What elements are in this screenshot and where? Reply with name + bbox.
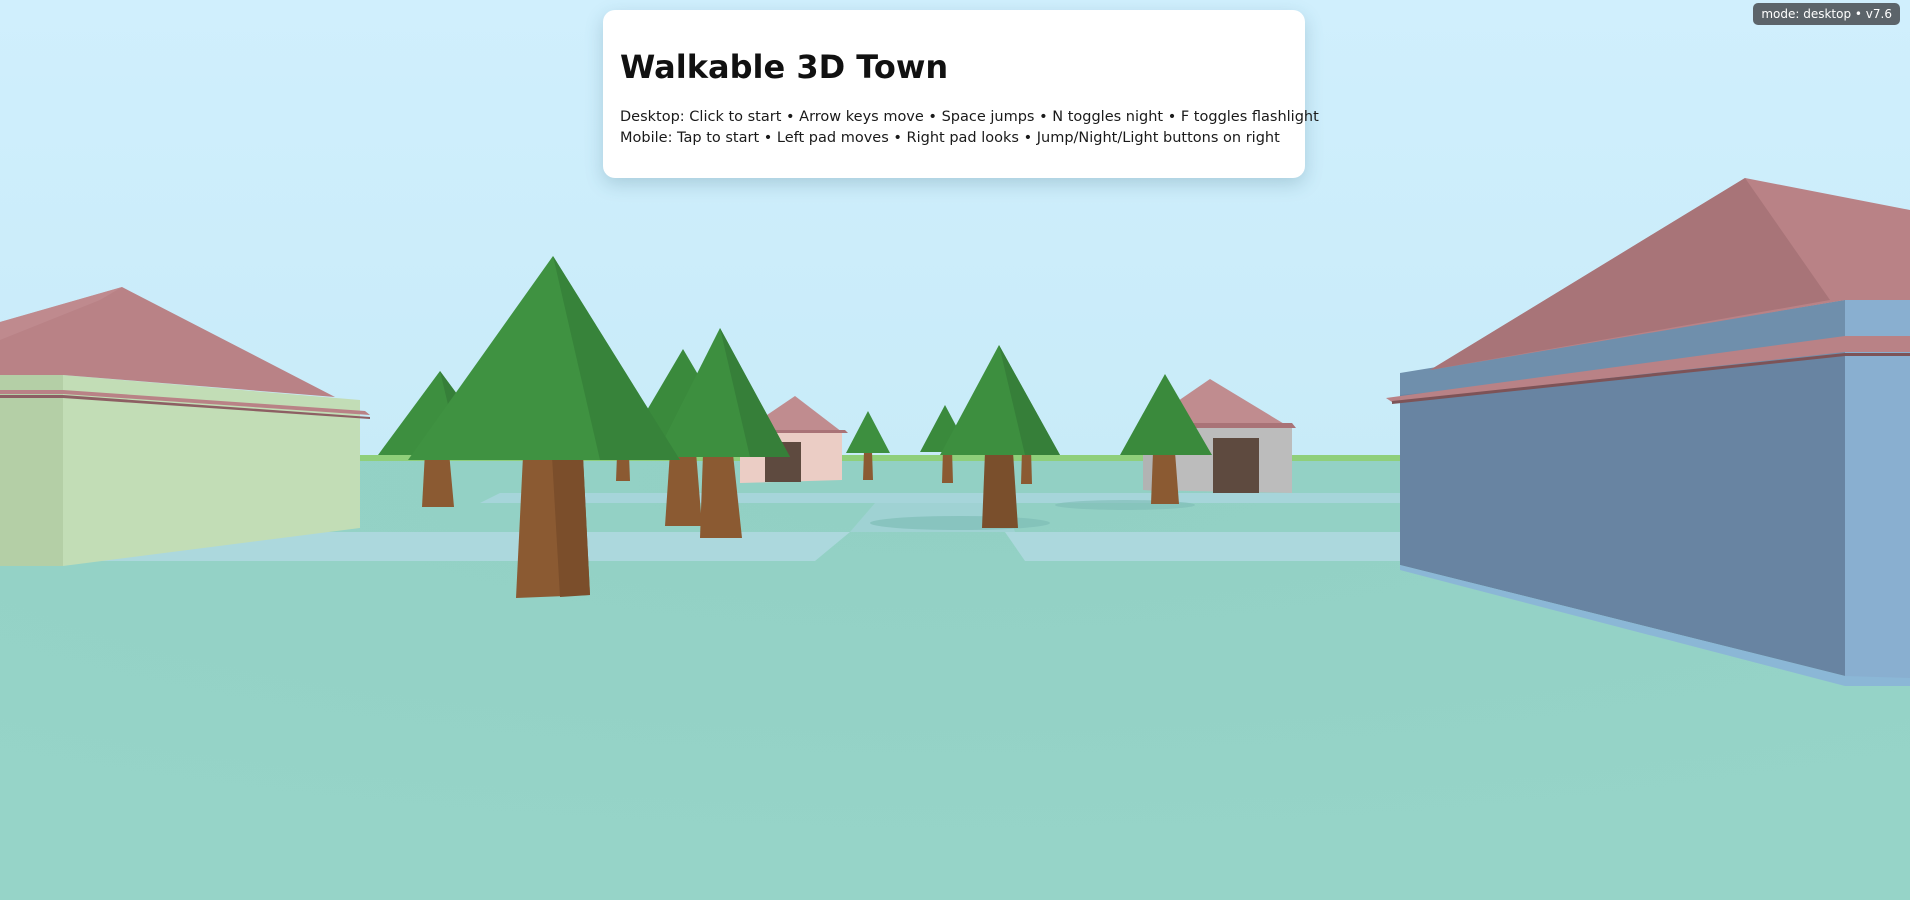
tree-shadow — [870, 516, 1050, 530]
road-far — [480, 493, 1420, 503]
instructions-panel: Walkable 3D Town Desktop: Click to start… — [603, 10, 1319, 178]
page-title: Walkable 3D Town — [620, 48, 949, 86]
door — [1213, 438, 1259, 493]
mobile-instructions: Mobile: Tap to start • Left pad moves • … — [620, 130, 1280, 147]
road-near-right — [1005, 532, 1400, 561]
desktop-instructions: Desktop: Click to start • Arrow keys mov… — [620, 109, 1319, 126]
mode-badge: mode: desktop • v7.6 — [1753, 3, 1900, 25]
